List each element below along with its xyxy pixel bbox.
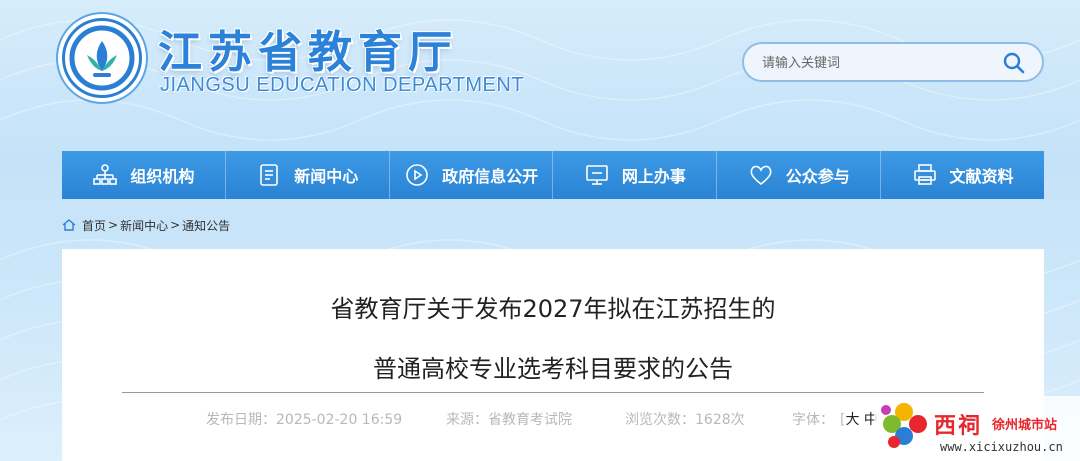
main-nav: 组织机构 新闻中心 政府信息公开 网上办事 公众参与 文献资料 <box>62 151 1044 199</box>
printer-icon <box>913 164 936 185</box>
document-icon <box>260 164 279 186</box>
breadcrumb-news-link[interactable]: 新闻中心 <box>120 217 168 234</box>
nav-label: 组织机构 <box>130 167 195 186</box>
search-input[interactable] <box>762 52 992 74</box>
department-emblem-icon[interactable] <box>62 18 142 98</box>
nav-label: 公众参与 <box>785 167 850 186</box>
article-source: 来源：省教育考试院 <box>446 412 572 428</box>
monitor-icon <box>586 165 608 185</box>
nav-label: 文献资料 <box>949 167 1014 186</box>
breadcrumb-separator: > <box>170 218 181 232</box>
watermark-name: 西祠 <box>934 414 983 439</box>
font-size-large-button[interactable]: 大 <box>845 412 859 428</box>
article-title-line-2: 普通高校专业选考科目要求的公告 <box>373 355 733 383</box>
xici-logo-icon <box>881 403 927 448</box>
title-divider <box>122 392 984 393</box>
nav-item-public-participation[interactable]: 公众参与 <box>717 151 882 199</box>
breadcrumb: 首页 > 新闻中心 > 通知公告 <box>62 216 230 234</box>
watermark-url: www.xicixuzhou.cn <box>940 440 1063 454</box>
home-icon <box>62 219 76 231</box>
nav-item-news[interactable]: 新闻中心 <box>226 151 390 199</box>
font-size-controls: [大 中 <box>840 409 878 429</box>
nav-label: 政府信息公开 <box>442 167 539 186</box>
breadcrumb-notice-link[interactable]: 通知公告 <box>182 217 230 234</box>
site-title[interactable]: 江苏省教育厅 <box>158 16 458 80</box>
watermark: 西祠 徐州城市站 www.xicixuzhou.cn <box>874 396 1080 461</box>
article-title-line-1: 省教育厅关于发布2027年拟在江苏招生的 <box>330 295 776 323</box>
search-icon[interactable] <box>1002 51 1026 75</box>
watermark-city: 徐州城市站 <box>992 418 1058 433</box>
site-header: 江苏省教育厅 JIANGSU EDUCATION DEPARTMENT <box>0 0 1080 150</box>
heart-icon <box>750 165 772 186</box>
play-circle-icon <box>406 164 428 186</box>
nav-label: 网上办事 <box>621 167 686 186</box>
nav-item-organization[interactable]: 组织机构 <box>62 151 226 199</box>
nav-label: 新闻中心 <box>294 167 359 186</box>
breadcrumb-home-link[interactable]: 首页 <box>82 217 106 234</box>
nav-item-literature[interactable]: 文献资料 <box>881 151 1044 199</box>
search-box <box>742 42 1044 82</box>
breadcrumb-separator: > <box>108 218 119 232</box>
publish-date: 发布日期：2025-02-20 16:59 <box>206 412 403 428</box>
view-count: 浏览次数：1628次 <box>625 412 745 428</box>
nav-item-gov-info[interactable]: 政府信息公开 <box>390 151 554 199</box>
nav-item-online-service[interactable]: 网上办事 <box>553 151 718 199</box>
site-subtitle: JIANGSU EDUCATION DEPARTMENT <box>160 74 525 96</box>
org-chart-icon <box>93 164 118 185</box>
font-size-label: 字体： <box>792 412 834 428</box>
